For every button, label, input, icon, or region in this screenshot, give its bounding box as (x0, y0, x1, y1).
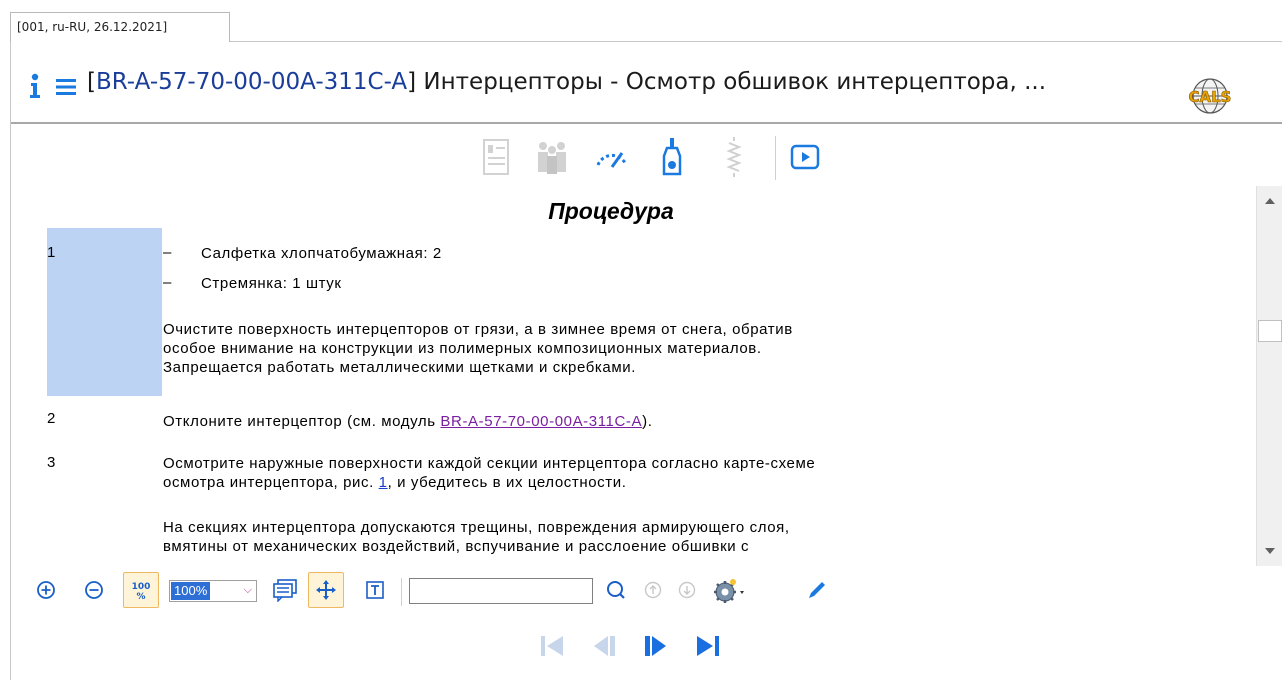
step-note: вмятины от механических воздействий, всп… (163, 538, 750, 555)
pan-mode-button[interactable] (308, 572, 344, 608)
previous-page-icon[interactable] (582, 624, 626, 668)
zoom-value: 100% (171, 582, 211, 600)
content-toolbar (470, 132, 850, 184)
zoom-100-button[interactable]: 100% (123, 572, 159, 608)
zoom-select[interactable]: 100% ⌵ (169, 580, 257, 602)
header-divider (11, 122, 1282, 124)
play-icon[interactable] (785, 132, 825, 182)
bottom-toolbar: 100% 100% ⌵ (11, 566, 1256, 618)
step-text: Отклоните интерцептор (см. модуль BR-A-5… (163, 412, 653, 431)
scroll-down-icon[interactable] (1257, 536, 1282, 566)
scrollbar-thumb[interactable] (1258, 320, 1282, 342)
chevron-down-icon[interactable]: ⌵ (244, 584, 252, 597)
first-page-icon[interactable] (530, 624, 574, 668)
svg-text:CALS: CALS (1189, 88, 1232, 106)
svg-text:100: 100 (132, 582, 151, 592)
title-code: BR-A-57-70-00-00A-311C-A (95, 69, 408, 95)
info-icon[interactable] (26, 72, 44, 100)
step-paragraph-line: особое внимание на конструкции из полиме… (163, 340, 762, 357)
step-note: На секциях интерцептора допускаются трещ… (163, 519, 790, 536)
menu-icon[interactable] (55, 76, 77, 98)
step-number: 2 (47, 410, 56, 427)
step-text-before: Отклоните интерцептор (см. модуль (163, 413, 441, 430)
title-bracket: [ (87, 69, 96, 95)
step-text-after: , и убедитесь в их целостности. (387, 474, 627, 491)
bottle-icon[interactable] (652, 132, 692, 182)
search-previous-icon[interactable] (641, 572, 665, 608)
cals-logo-icon: CALS (1181, 76, 1239, 120)
step-paragraph-line: Запрещается работать металлическими щетк… (163, 359, 637, 376)
zoom-out-icon[interactable] (81, 572, 107, 608)
settings-gear-icon[interactable] (709, 572, 749, 608)
document-header: [BR-A-57-70-00-00A-311C-A] Интерцепторы … (11, 42, 1282, 122)
toolbar-separator (775, 136, 776, 180)
search-icon[interactable] (603, 572, 629, 608)
document-content: Процедура 1 – Салфетка хлопчатобумажная:… (11, 186, 1256, 566)
page-navigation (530, 624, 770, 668)
title-text: ] Интерцепторы - Осмотр обшивок интерцеп… (407, 69, 1047, 95)
zoom-in-icon[interactable] (33, 572, 59, 608)
list-bullet: – (163, 244, 172, 261)
section-heading: Процедура (548, 198, 674, 224)
page-title: [BR-A-57-70-00-00A-311C-A] Интерцепторы … (87, 64, 1177, 100)
figure-link[interactable]: 1 (379, 474, 388, 491)
next-page-icon[interactable] (634, 624, 678, 668)
scroll-up-icon[interactable] (1257, 186, 1282, 216)
comments-icon[interactable] (269, 572, 301, 608)
document-info-icon[interactable] (476, 132, 516, 182)
step-text-after: ). (642, 413, 653, 430)
document-tab[interactable]: [001, ru-RU, 26.12.2021] (10, 12, 230, 42)
list-item: Стремянка: 1 штук (201, 275, 342, 292)
step-highlight (47, 228, 162, 396)
step-text: Осмотрите наружные поверхности каждой се… (163, 455, 816, 472)
text-select-icon[interactable] (363, 572, 387, 608)
toolbar-separator (401, 578, 402, 606)
step-text-before: осмотра интерцептора, рис. (163, 474, 379, 491)
vertical-scrollbar[interactable] (1256, 186, 1282, 566)
search-next-icon[interactable] (675, 572, 699, 608)
spring-icon[interactable] (714, 132, 754, 182)
tab-strip: [001, ru-RU, 26.12.2021] (0, 0, 1282, 42)
people-icon[interactable] (532, 132, 572, 182)
pen-icon[interactable] (805, 572, 829, 608)
last-page-icon[interactable] (686, 624, 730, 668)
step-number: 3 (47, 454, 56, 471)
module-link[interactable]: BR-A-57-70-00-00A-311C-A (440, 413, 642, 430)
gauge-icon[interactable] (592, 132, 632, 182)
svg-text:%: % (136, 592, 145, 602)
search-input[interactable] (409, 578, 593, 604)
step-number: 1 (47, 244, 56, 261)
step-text: осмотра интерцептора, рис. 1, и убедитес… (163, 473, 626, 492)
step-paragraph-line: Очистите поверхность интерцепторов от гр… (163, 321, 793, 338)
list-item: Салфетка хлопчатобумажная: 2 (201, 245, 442, 262)
list-bullet: – (163, 274, 172, 291)
